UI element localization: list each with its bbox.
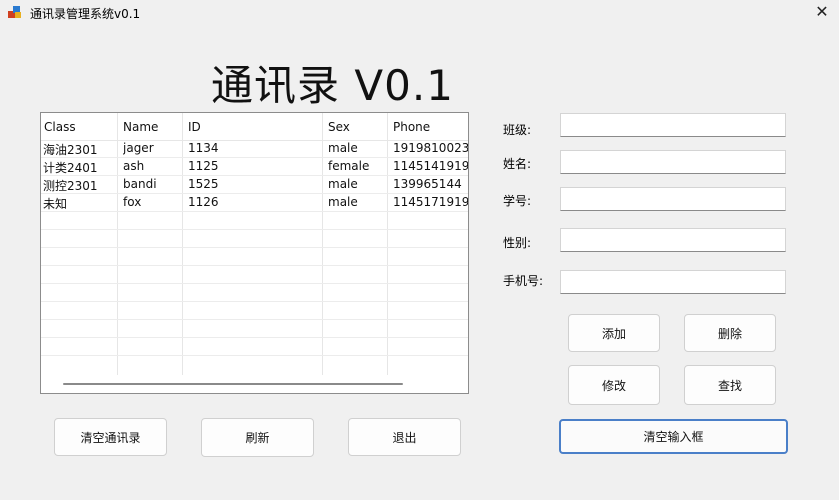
cell-class: 未知 [43,197,68,211]
cell-class: 海油2301 [43,143,98,157]
cell-class: 测控2301 [43,179,98,193]
cell-phone: 11451719198 [393,195,468,209]
cell-phone: 1145141919 [393,159,468,173]
cell-name: jager [123,141,154,155]
cell-id: 1125 [188,159,219,173]
delete-button[interactable]: 删除 [684,314,776,352]
clear-contacts-button[interactable]: 清空通讯录 [54,418,167,456]
column-header-phone[interactable]: Phone [393,120,430,134]
phone-label: 手机号: [503,274,544,288]
class-label: 班级: [503,123,532,137]
cell-phone: 139965144 [393,177,462,191]
exit-button[interactable]: 退出 [348,418,461,456]
cell-name: ash [123,159,145,173]
name-label: 姓名: [503,157,532,171]
name-field[interactable] [560,150,786,174]
title-bar: 通讯录管理系统v0.1 ✕ [0,0,839,26]
class-field[interactable] [560,113,786,137]
phone-field[interactable] [560,270,786,294]
horizontal-scrollbar[interactable] [41,375,468,393]
cell-class: 计类2401 [43,161,98,175]
column-header-sex[interactable]: Sex [328,120,350,134]
id-label: 学号: [503,194,532,208]
cell-sex: male [328,195,358,209]
clear-inputs-button[interactable]: 清空输入框 [559,419,788,454]
window-title: 通讯录管理系统v0.1 [30,7,141,21]
cell-name: bandi [123,177,157,191]
cell-sex: female [328,159,370,173]
cell-id: 1134 [188,141,219,155]
sex-label: 性别: [503,236,532,250]
app-icon [8,5,22,19]
sex-field[interactable] [560,228,786,252]
id-field[interactable] [560,187,786,211]
search-button[interactable]: 查找 [684,365,776,405]
page-title: 通讯录 V0.1 [211,61,454,110]
contacts-table[interactable]: Class Name ID Sex Phone 海油2301 jager 113… [40,112,469,394]
cell-sex: male [328,177,358,191]
close-icon[interactable]: ✕ [811,2,833,22]
column-header-name[interactable]: Name [123,120,158,134]
add-button[interactable]: 添加 [568,314,660,352]
cell-id: 1126 [188,195,219,209]
cell-id: 1525 [188,177,219,191]
cell-name: fox [123,195,142,209]
modify-button[interactable]: 修改 [568,365,660,405]
scrollbar-thumb[interactable] [63,383,403,385]
column-header-class[interactable]: Class [44,120,76,134]
refresh-button[interactable]: 刷新 [201,418,314,457]
column-header-id[interactable]: ID [188,120,201,134]
cell-phone: 1919810023 [393,141,468,155]
cell-sex: male [328,141,358,155]
